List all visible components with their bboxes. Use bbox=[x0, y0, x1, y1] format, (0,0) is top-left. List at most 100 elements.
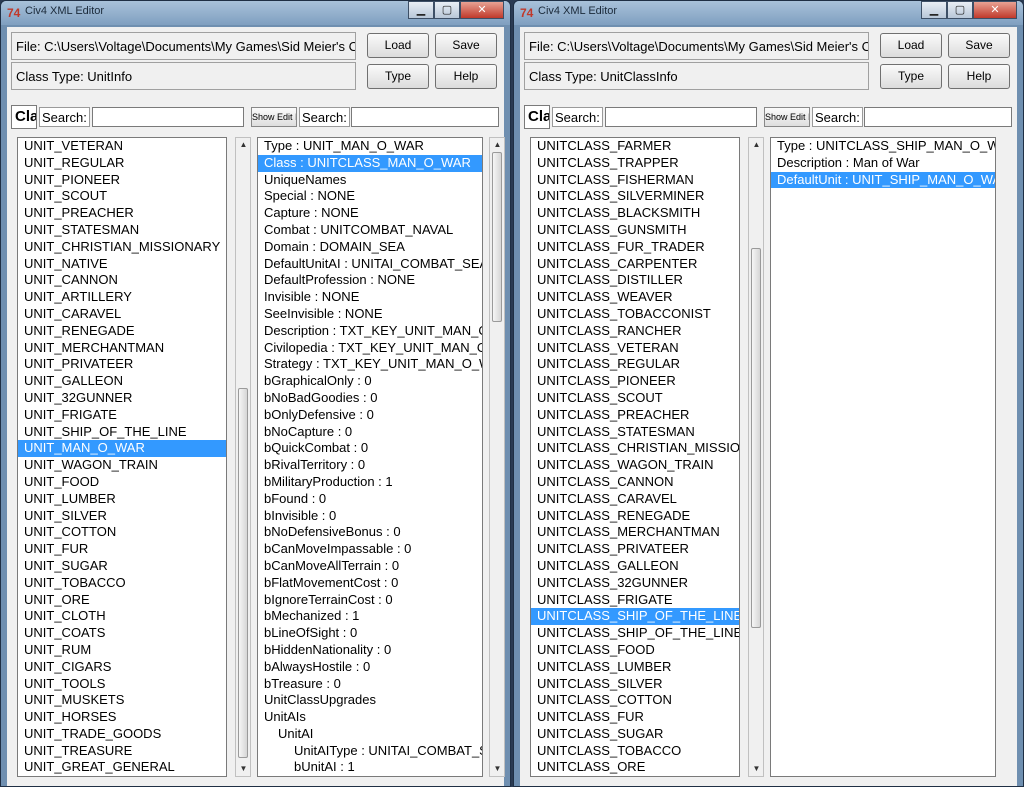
list-item[interactable]: UNIT_CIGARS bbox=[18, 659, 226, 676]
list-item[interactable]: Type : UNITCLASS_SHIP_MAN_O_W bbox=[771, 138, 995, 155]
list-item[interactable]: UNIT_TOBACCO bbox=[18, 575, 226, 592]
search-input[interactable] bbox=[92, 107, 244, 127]
unit-class-list[interactable]: UNITCLASS_FARMER UNITCLASS_TRAPPER UNITCLA… bbox=[530, 137, 740, 777]
list-item[interactable]: UNIT_HORSES bbox=[18, 709, 226, 726]
list-item[interactable]: UNIT_CLOTH bbox=[18, 608, 226, 625]
list-item[interactable]: UNITCLASS_MERCHANTMAN bbox=[531, 524, 739, 541]
list-item[interactable]: UNITCLASS_FUR_TRADER bbox=[531, 239, 739, 256]
list-item[interactable]: UNITCLASS_FUR bbox=[531, 709, 739, 726]
list-item[interactable]: UNIT_GREAT_GENERAL bbox=[18, 759, 226, 776]
search-input[interactable] bbox=[605, 107, 757, 127]
list-item[interactable]: SeeInvisible : NONE bbox=[258, 306, 482, 323]
minimize-button[interactable]: ▁ bbox=[921, 1, 947, 19]
list-item[interactable]: UNIT_ORE bbox=[18, 592, 226, 609]
list-item[interactable]: UNITCLASS_TOBACCO bbox=[531, 743, 739, 760]
list-item[interactable]: UNITCLASS_RENEGADE bbox=[531, 508, 739, 525]
list-item[interactable]: UNIT_CANNON bbox=[18, 272, 226, 289]
list-item[interactable]: UNIT_FOOD bbox=[18, 474, 226, 491]
list-item[interactable]: UNIT_FUR bbox=[18, 541, 226, 558]
attr-search-input[interactable] bbox=[864, 107, 1012, 127]
list-item[interactable]: Description : Man of War bbox=[771, 155, 995, 172]
unit-class-list-scrollbar[interactable]: ▲ ▼ bbox=[748, 137, 764, 777]
list-item[interactable]: Special : NONE bbox=[258, 188, 482, 205]
list-item[interactable]: UNITCLASS_BLACKSMITH bbox=[531, 205, 739, 222]
list-item[interactable]: UnitAIs bbox=[258, 709, 482, 726]
list-item[interactable]: UNIT_TOOLS bbox=[18, 676, 226, 693]
list-item[interactable]: UNIT_RENEGADE bbox=[18, 323, 226, 340]
list-item[interactable]: UNITCLASS_CARPENTER bbox=[531, 256, 739, 273]
list-item[interactable]: DefaultUnitAI : UNITAI_COMBAT_SEA bbox=[258, 256, 482, 273]
list-item[interactable]: UNIT_CHRISTIAN_MISSIONARY bbox=[18, 239, 226, 256]
list-item[interactable]: UNITCLASS_SHIP_OF_THE_LINE bbox=[531, 625, 739, 642]
list-item[interactable]: UNITCLASS_WAGON_TRAIN bbox=[531, 457, 739, 474]
close-button[interactable]: ✕ bbox=[973, 1, 1017, 19]
list-item[interactable]: UnitClassUpgrades bbox=[258, 692, 482, 709]
list-item[interactable]: bMilitaryProduction : 1 bbox=[258, 474, 482, 491]
list-item[interactable]: UNITCLASS_LUMBER bbox=[531, 659, 739, 676]
attribute-list[interactable]: Type : UNIT_MAN_O_WAR Class : UNITCLASS_M… bbox=[257, 137, 483, 777]
list-item[interactable]: bRivalTerritory : 0 bbox=[258, 457, 482, 474]
list-item[interactable]: UNITCLASS_STATESMAN bbox=[531, 424, 739, 441]
save-button[interactable]: Save bbox=[435, 33, 497, 58]
list-item[interactable]: UNIT_TREASURE bbox=[18, 743, 226, 760]
load-button[interactable]: Load bbox=[367, 33, 429, 58]
scroll-thumb[interactable] bbox=[238, 388, 248, 758]
scroll-up-icon[interactable]: ▲ bbox=[491, 138, 504, 152]
list-item[interactable]: UNITCLASS_GALLEON bbox=[531, 558, 739, 575]
list-item[interactable]: UNIT_PIONEER bbox=[18, 172, 226, 189]
scroll-up-icon[interactable]: ▲ bbox=[750, 138, 763, 152]
maximize-button[interactable]: ▢ bbox=[947, 1, 973, 19]
list-item[interactable]: UNIT_GALLEON bbox=[18, 373, 226, 390]
close-button[interactable]: ✕ bbox=[460, 1, 504, 19]
list-item[interactable]: bFound : 0 bbox=[258, 491, 482, 508]
title-bar[interactable]: 74 Civ4 XML Editor ▁ ▢ ✕ bbox=[514, 1, 1023, 25]
list-item[interactable]: UNITCLASS_SILVERMINER bbox=[531, 188, 739, 205]
list-item[interactable]: bCanMoveImpassable : 0 bbox=[258, 541, 482, 558]
help-button[interactable]: Help bbox=[948, 64, 1010, 89]
list-item[interactable]: UNIT_SILVER bbox=[18, 508, 226, 525]
list-item[interactable]: UNIT_LUMBER bbox=[18, 491, 226, 508]
list-item[interactable]: bQuickCombat : 0 bbox=[258, 440, 482, 457]
list-item[interactable]: bMechanized : 1 bbox=[258, 608, 482, 625]
save-button[interactable]: Save bbox=[948, 33, 1010, 58]
list-item[interactable]: UNIT_STATESMAN bbox=[18, 222, 226, 239]
unit-list[interactable]: UNIT_VETERAN UNIT_REGULAR UNIT_PIONEER UNIT… bbox=[17, 137, 227, 777]
scroll-thumb[interactable] bbox=[492, 152, 502, 322]
list-item[interactable]: UNIT_MUSKETS bbox=[18, 692, 226, 709]
list-item[interactable]: Capture : NONE bbox=[258, 205, 482, 222]
list-item[interactable]: UNIT_REGULAR bbox=[18, 155, 226, 172]
list-item[interactable]: Class : UNITCLASS_MAN_O_WAR bbox=[258, 154, 482, 172]
list-item[interactable]: Strategy : TXT_KEY_UNIT_MAN_O_W bbox=[258, 356, 482, 373]
list-item[interactable]: UNIT_SCOUT bbox=[18, 188, 226, 205]
list-item[interactable]: UNITCLASS_SILVER bbox=[531, 676, 739, 693]
list-item[interactable]: UNITCLASS_FARMER bbox=[531, 138, 739, 155]
list-item[interactable]: UNIT_SHIP_OF_THE_LINE bbox=[18, 424, 226, 441]
list-item[interactable]: UNIT_32GUNNER bbox=[18, 390, 226, 407]
list-item[interactable]: UNIT_PRIVATEER bbox=[18, 356, 226, 373]
list-item[interactable]: UNITCLASS_FRIGATE bbox=[531, 592, 739, 609]
list-item[interactable]: UNITCLASS_COTTON bbox=[531, 692, 739, 709]
list-item[interactable]: UNITCLASS_TOBACCONIST bbox=[531, 306, 739, 323]
list-item[interactable]: UNITCLASS_TRAPPER bbox=[531, 155, 739, 172]
list-item[interactable]: UNITCLASS_VETERAN bbox=[531, 340, 739, 357]
scroll-down-icon[interactable]: ▼ bbox=[237, 762, 250, 776]
list-item[interactable]: UNITCLASS_SCOUT bbox=[531, 390, 739, 407]
list-item[interactable]: bFlatMovementCost : 0 bbox=[258, 575, 482, 592]
list-item[interactable]: bLineOfSight : 0 bbox=[258, 625, 482, 642]
list-item[interactable]: UNIT_COATS bbox=[18, 625, 226, 642]
list-item[interactable]: UNIT_FRIGATE bbox=[18, 407, 226, 424]
list-item[interactable]: bInvisible : 0 bbox=[258, 508, 482, 525]
list-item[interactable]: UNIT_CARAVEL bbox=[18, 306, 226, 323]
load-button[interactable]: Load bbox=[880, 33, 942, 58]
list-item[interactable]: Invisible : NONE bbox=[258, 289, 482, 306]
list-item[interactable]: UNITCLASS_CHRISTIAN_MISSION bbox=[531, 440, 739, 457]
scroll-thumb[interactable] bbox=[751, 248, 761, 628]
list-item[interactable]: UNITCLASS_PRIVATEER bbox=[531, 541, 739, 558]
list-item[interactable]: UNIT_RUM bbox=[18, 642, 226, 659]
list-item[interactable]: UNIT_SUGAR bbox=[18, 558, 226, 575]
list-item[interactable]: UNITCLASS_GUNSMITH bbox=[531, 222, 739, 239]
list-item[interactable]: UNIT_ARTILLERY bbox=[18, 289, 226, 306]
maximize-button[interactable]: ▢ bbox=[434, 1, 460, 19]
list-item[interactable]: bOnlyDefensive : 0 bbox=[258, 407, 482, 424]
list-item[interactable]: UNITCLASS_DISTILLER bbox=[531, 272, 739, 289]
